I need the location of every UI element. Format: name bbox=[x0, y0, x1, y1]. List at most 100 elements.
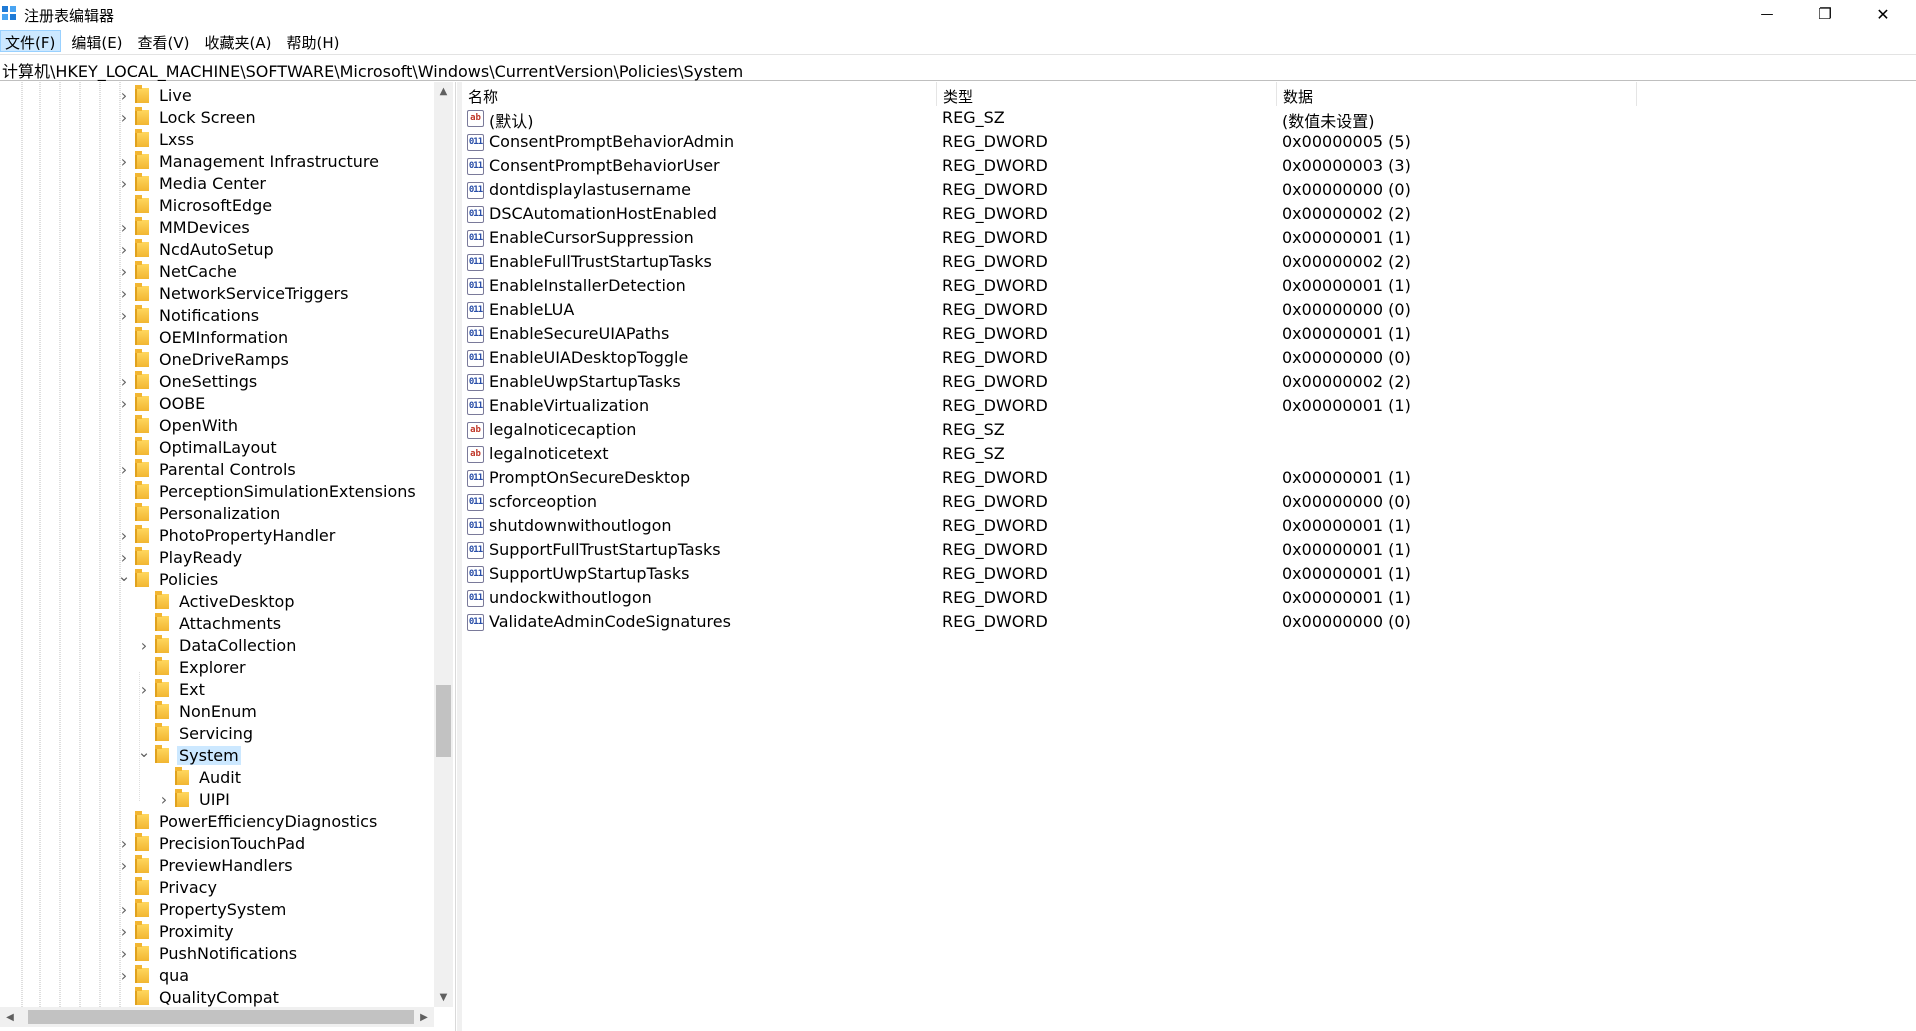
value-row[interactable]: 011 EnableVirtualization REG_DWORD 0x000000… bbox=[462, 394, 1916, 418]
chevron-right-icon[interactable]: › bbox=[117, 856, 131, 875]
menu-view[interactable]: 查看(V) bbox=[134, 30, 195, 52]
tree-item[interactable]: Servicing bbox=[137, 722, 255, 744]
tree-item[interactable]: › Media Center bbox=[117, 172, 268, 194]
value-row[interactable]: 011 EnableUIADesktopToggle REG_DWORD 0x0000… bbox=[462, 346, 1916, 370]
chevron-right-icon[interactable]: › bbox=[117, 86, 131, 105]
tree-item[interactable]: › DataCollection bbox=[137, 634, 298, 656]
tree-item[interactable]: OpenWith bbox=[117, 414, 240, 436]
chevron-right-icon[interactable]: › bbox=[117, 834, 131, 853]
menu-file[interactable]: 文件(F) bbox=[0, 30, 62, 52]
value-row[interactable]: 011 EnableFullTrustStartupTasks REG_DWORD 0… bbox=[462, 250, 1916, 274]
tree-item[interactable]: ActiveDesktop bbox=[137, 590, 296, 612]
value-row[interactable]: 011 EnableUwpStartupTasks REG_DWORD 0x00000… bbox=[462, 370, 1916, 394]
value-row[interactable]: 011 EnableLUA REG_DWORD 0x00000000 (0) bbox=[462, 298, 1916, 322]
chevron-right-icon[interactable]: › bbox=[157, 790, 171, 809]
value-row[interactable]: 011 DSCAutomationHostEnabled REG_DWORD 0x00… bbox=[462, 202, 1916, 226]
tree-item[interactable]: NonEnum bbox=[137, 700, 259, 722]
maximize-button[interactable]: ❐ bbox=[1796, 0, 1854, 28]
tree-item[interactable]: OneDriveRamps bbox=[117, 348, 291, 370]
value-row[interactable]: 011 EnableCursorSuppression REG_DWORD 0x000… bbox=[462, 226, 1916, 250]
tree-vertical-scrollbar[interactable]: ▲ ▼ bbox=[434, 82, 453, 1007]
column-header-type[interactable]: 类型 bbox=[937, 82, 1277, 106]
chevron-right-icon[interactable]: › bbox=[117, 394, 131, 413]
tree-item[interactable]: PowerEfficiencyDiagnostics bbox=[117, 810, 379, 832]
tree-item[interactable]: MicrosoftEdge bbox=[117, 194, 274, 216]
scroll-down-arrow-icon[interactable]: ▼ bbox=[434, 988, 453, 1007]
chevron-right-icon[interactable]: › bbox=[117, 548, 131, 567]
tree-item[interactable]: › PhotoPropertyHandler bbox=[117, 524, 337, 546]
chevron-right-icon[interactable]: › bbox=[117, 218, 131, 237]
scroll-right-arrow-icon[interactable]: ▶ bbox=[414, 1007, 434, 1027]
column-header-data[interactable]: 数据 bbox=[1277, 82, 1637, 106]
tree-item[interactable]: Explorer bbox=[137, 656, 248, 678]
minimize-button[interactable]: — bbox=[1738, 0, 1796, 28]
scroll-up-arrow-icon[interactable]: ▲ bbox=[434, 82, 453, 101]
tree-item[interactable]: › OOBE bbox=[117, 392, 207, 414]
close-button[interactable]: ✕ bbox=[1854, 0, 1912, 28]
horizontal-scroll-thumb[interactable] bbox=[28, 1010, 414, 1024]
value-row[interactable]: 011 scforceoption REG_DWORD 0x00000000 (0) bbox=[462, 490, 1916, 514]
chevron-right-icon[interactable]: › bbox=[137, 636, 151, 655]
address-bar[interactable]: 计算机\HKEY_LOCAL_MACHINE\SOFTWARE\Microsof… bbox=[0, 54, 1916, 81]
value-row[interactable]: 011 SupportUwpStartupTasks REG_DWORD 0x0000… bbox=[462, 562, 1916, 586]
value-row[interactable]: ab (默认) REG_SZ (数值未设置) bbox=[462, 106, 1916, 131]
chevron-right-icon[interactable]: › bbox=[117, 460, 131, 479]
chevron-down-icon[interactable]: ⌄ bbox=[137, 743, 151, 761]
tree-item[interactable]: PerceptionSimulationExtensions bbox=[117, 480, 418, 502]
value-row[interactable]: 011 shutdownwithoutlogon REG_DWORD 0x000000… bbox=[462, 514, 1916, 538]
tree-item[interactable]: › Lock Screen bbox=[117, 106, 258, 128]
chevron-right-icon[interactable]: › bbox=[117, 284, 131, 303]
value-row[interactable]: ab legalnoticetext REG_SZ bbox=[462, 442, 1916, 466]
value-row[interactable]: ab legalnoticecaption REG_SZ bbox=[462, 418, 1916, 442]
tree-item[interactable]: › Proximity bbox=[117, 920, 236, 942]
tree-item[interactable]: ⌄ Policies bbox=[117, 567, 220, 590]
chevron-right-icon[interactable]: › bbox=[117, 526, 131, 545]
chevron-right-icon[interactable]: › bbox=[117, 306, 131, 325]
tree-item[interactable]: › MMDevices bbox=[117, 216, 252, 238]
vertical-scroll-thumb[interactable] bbox=[436, 685, 451, 757]
tree-item[interactable]: › PlayReady bbox=[117, 546, 244, 568]
value-row[interactable]: 011 ConsentPromptBehaviorUser REG_DWORD 0x0… bbox=[462, 154, 1916, 178]
value-row[interactable]: 011 ConsentPromptBehaviorAdmin REG_DWORD 0x… bbox=[462, 130, 1916, 154]
chevron-right-icon[interactable]: › bbox=[117, 372, 131, 391]
tree-item[interactable]: › PushNotifications bbox=[117, 942, 299, 964]
tree-item[interactable]: › Ext bbox=[137, 678, 207, 700]
value-row[interactable]: 011 dontdisplaylastusername REG_DWORD 0x000… bbox=[462, 178, 1916, 202]
value-row[interactable]: 011 EnableSecureUIAPaths REG_DWORD 0x000000… bbox=[462, 322, 1916, 346]
tree-item[interactable]: › qua bbox=[117, 964, 191, 986]
column-header-name[interactable]: 名称 bbox=[462, 82, 937, 106]
value-row[interactable]: 011 EnableInstallerDetection REG_DWORD 0x00… bbox=[462, 274, 1916, 298]
chevron-right-icon[interactable]: › bbox=[117, 922, 131, 941]
value-row[interactable]: 011 SupportFullTrustStartupTasks REG_DWORD… bbox=[462, 538, 1916, 562]
tree-item[interactable]: Personalization bbox=[117, 502, 282, 524]
chevron-right-icon[interactable]: › bbox=[117, 108, 131, 127]
tree-horizontal-scrollbar[interactable]: ◀ ▶ bbox=[0, 1007, 434, 1027]
tree-item[interactable]: › NetCache bbox=[117, 260, 239, 282]
value-row[interactable]: 011 ValidateAdminCodeSignatures REG_DWORD 0… bbox=[462, 610, 1916, 634]
tree-item[interactable]: › PrecisionTouchPad bbox=[117, 832, 307, 854]
value-row[interactable]: 011 undockwithoutlogon REG_DWORD 0x00000001… bbox=[462, 586, 1916, 610]
tree-item[interactable]: › Management Infrastructure bbox=[117, 150, 381, 172]
scroll-left-arrow-icon[interactable]: ◀ bbox=[0, 1007, 20, 1027]
chevron-right-icon[interactable]: › bbox=[117, 152, 131, 171]
tree-item[interactable]: › OneSettings bbox=[117, 370, 259, 392]
tree-item[interactable]: ⌄ System bbox=[137, 743, 241, 766]
tree-item[interactable]: › UIPI bbox=[157, 788, 232, 810]
chevron-right-icon[interactable]: › bbox=[117, 240, 131, 259]
tree-item[interactable]: › Notifications bbox=[117, 304, 261, 326]
tree-item[interactable]: › Live bbox=[117, 84, 194, 106]
tree-item[interactable]: › Parental Controls bbox=[117, 458, 298, 480]
tree-item[interactable]: Attachments bbox=[137, 612, 283, 634]
menu-favorites[interactable]: 收藏夹(A) bbox=[201, 30, 277, 52]
chevron-right-icon[interactable]: › bbox=[137, 680, 151, 699]
chevron-right-icon[interactable]: › bbox=[117, 262, 131, 281]
chevron-right-icon[interactable]: › bbox=[117, 966, 131, 985]
chevron-right-icon[interactable]: › bbox=[117, 944, 131, 963]
menu-help[interactable]: 帮助(H) bbox=[282, 30, 344, 52]
chevron-right-icon[interactable]: › bbox=[117, 900, 131, 919]
tree-item[interactable]: Lxss bbox=[117, 128, 196, 150]
chevron-right-icon[interactable]: › bbox=[117, 174, 131, 193]
menu-edit[interactable]: 编辑(E) bbox=[67, 30, 127, 52]
tree-item[interactable]: › PreviewHandlers bbox=[117, 854, 295, 876]
tree-item[interactable]: QualityCompat bbox=[117, 986, 281, 1007]
